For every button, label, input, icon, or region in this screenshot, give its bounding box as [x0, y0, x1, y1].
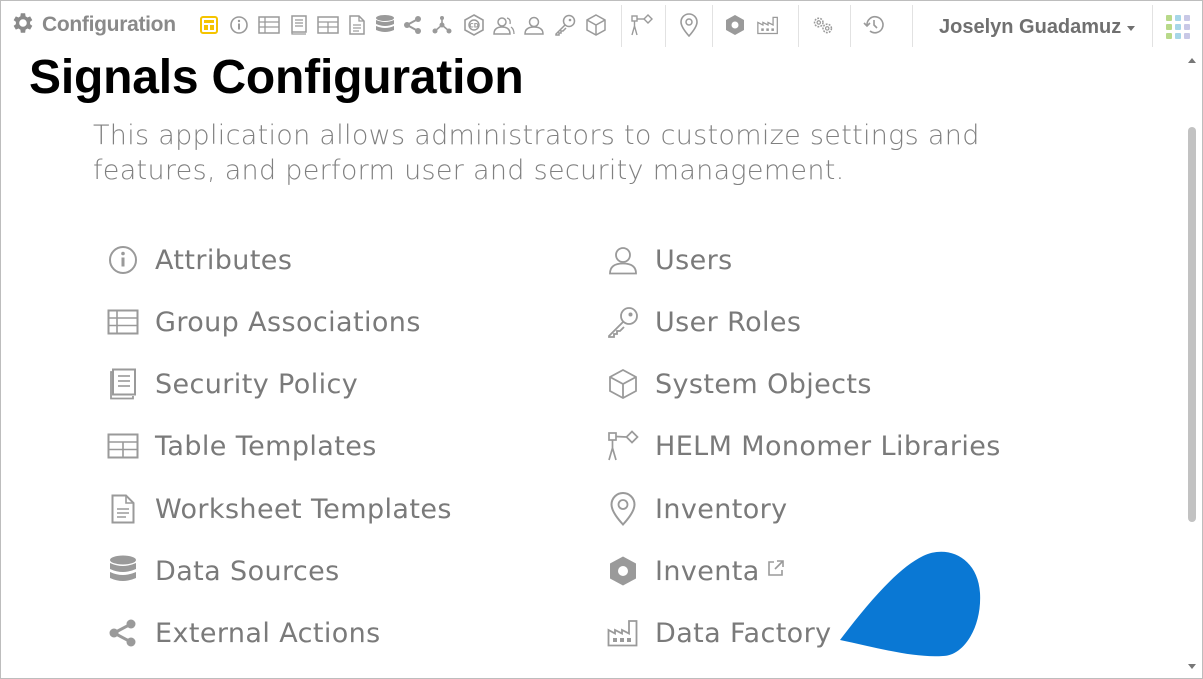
page-title: Signals Configuration — [29, 51, 524, 104]
menu-item-label: HELM Monomer Libraries — [655, 430, 1001, 462]
apps-grid-dot — [1175, 24, 1181, 30]
menu-item-data-sources[interactable]: Data Sources — [107, 551, 340, 591]
menu-item-label: Security Policy — [155, 368, 359, 400]
scroll-up-arrow-icon[interactable] — [1188, 58, 1196, 63]
policy-book-icon[interactable] — [288, 13, 310, 37]
menu-item-users[interactable]: Users — [607, 240, 733, 280]
apps-grid-dot — [1184, 15, 1190, 21]
policy-book-icon — [107, 368, 139, 400]
users-icon[interactable] — [493, 13, 515, 37]
menu-item-external-actions[interactable]: External Actions — [107, 613, 381, 653]
top-toolbar: Configuration CD Joselyn Guadamuz — [1, 1, 1202, 49]
location-pin-icon[interactable] — [678, 13, 700, 37]
key-icon — [607, 306, 639, 338]
grid-table-icon — [107, 306, 139, 338]
cube-icon — [607, 368, 639, 400]
table-icon[interactable] — [258, 13, 280, 37]
cube-icon[interactable] — [585, 13, 607, 37]
app-name: Configuration — [42, 13, 176, 36]
menu-item-label: Users — [655, 244, 733, 276]
menu-item-helm-monomer-libraries[interactable]: HELM Monomer Libraries — [607, 426, 1001, 466]
menu-item-attributes[interactable]: Attributes — [107, 240, 292, 280]
key-icon[interactable] — [554, 13, 576, 37]
toolbar-divider — [850, 5, 851, 47]
menu-item-inventory[interactable]: Inventory — [607, 489, 788, 529]
inventa-icon[interactable] — [724, 13, 746, 37]
vertical-scrollbar[interactable] — [1184, 52, 1200, 676]
apps-grid-dot — [1166, 15, 1172, 21]
menu-item-data-factory[interactable]: Data Factory — [607, 613, 831, 653]
menu-item-label: Inventa — [655, 555, 760, 587]
menu-item-worksheet-templates[interactable]: Worksheet Templates — [107, 489, 452, 529]
factory-icon — [607, 617, 639, 649]
user-icon — [607, 244, 639, 276]
scroll-down-arrow-icon[interactable] — [1188, 664, 1196, 669]
menu-item-inventa[interactable]: Inventa — [607, 551, 786, 591]
menu-item-label: Worksheet Templates — [155, 493, 452, 525]
table-template-icon[interactable] — [317, 13, 339, 37]
app-launcher-icon[interactable] — [1166, 15, 1190, 39]
menu-item-user-roles[interactable]: User Roles — [607, 302, 801, 342]
share-icon — [107, 617, 139, 649]
settings-icon — [9, 10, 35, 40]
menu-item-label: Data Factory — [655, 617, 832, 649]
menu-item-group-associations[interactable]: Group Associations — [107, 302, 421, 342]
database-icon — [107, 555, 139, 587]
menu-item-label: Attributes — [155, 244, 293, 276]
apps-grid-dot — [1184, 24, 1190, 30]
toolbar-divider — [665, 5, 666, 47]
menu-item-label: Group Associations — [155, 306, 421, 338]
factory-icon[interactable] — [757, 13, 779, 37]
document-icon — [107, 493, 139, 525]
menu-item-label: Inventory — [655, 493, 788, 525]
info-icon[interactable] — [228, 13, 250, 37]
location-pin-icon — [607, 492, 639, 526]
toolbar-divider — [1152, 5, 1153, 47]
menu-item-label: External Actions — [155, 617, 381, 649]
apps-grid-dot — [1175, 15, 1181, 21]
menu-item-security-policy[interactable]: Security Policy — [107, 364, 358, 404]
user-menu[interactable]: Joselyn Guadamuz — [939, 13, 1136, 41]
document-icon[interactable] — [346, 13, 368, 37]
gears-icon[interactable] — [812, 13, 834, 37]
apps-grid-dot — [1175, 33, 1181, 39]
scrollbar-thumb[interactable] — [1188, 127, 1196, 522]
network-icon[interactable] — [431, 13, 453, 37]
menu-item-system-objects[interactable]: System Objects — [607, 364, 872, 404]
dashboard-icon[interactable] — [198, 13, 220, 37]
menu-item-label: Table Templates — [155, 430, 377, 462]
user-icon[interactable] — [523, 13, 545, 37]
menu-item-table-templates[interactable]: Table Templates — [107, 426, 377, 466]
user-name: Joselyn Guadamuz — [939, 15, 1122, 38]
share-icon[interactable] — [402, 13, 424, 37]
info-circle-icon — [107, 244, 139, 276]
svg-text:CD: CD — [469, 23, 478, 30]
menu-item-label: System Objects — [655, 368, 872, 400]
inventa-icon — [607, 555, 639, 587]
pointer-cursor-shape — [840, 551, 981, 657]
toolbar-divider — [621, 5, 622, 47]
page-description: This application allows administrators t… — [93, 120, 980, 186]
history-icon[interactable] — [863, 13, 885, 37]
menu-item-label: Data Sources — [155, 555, 340, 587]
chevron-down-icon — [1127, 26, 1136, 31]
cd-badge-icon[interactable]: CD — [463, 13, 485, 37]
helm-icon[interactable] — [631, 13, 653, 37]
app-brand[interactable]: Configuration — [9, 11, 176, 39]
apps-grid-dot — [1166, 33, 1172, 39]
external-link-icon — [766, 558, 786, 578]
menu-item-label: User Roles — [655, 306, 802, 338]
toolbar-divider — [798, 5, 799, 47]
toolbar-divider — [912, 5, 913, 47]
helm-icon — [607, 430, 639, 462]
database-icon[interactable] — [374, 13, 396, 37]
table-template-icon — [107, 430, 139, 462]
toolbar-divider — [712, 5, 713, 47]
apps-grid-dot — [1166, 24, 1172, 30]
apps-grid-dot — [1184, 33, 1190, 39]
